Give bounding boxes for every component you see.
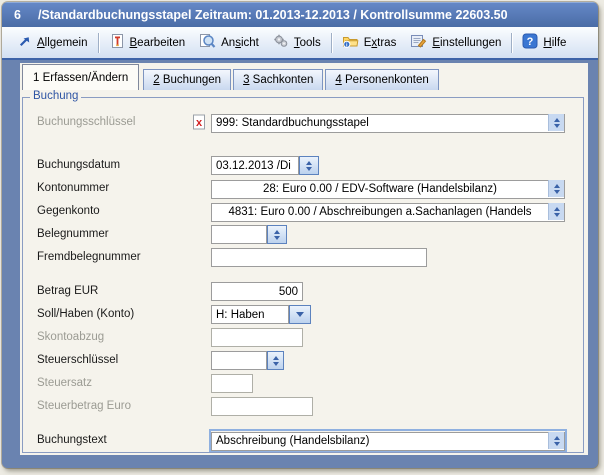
edit-document-icon	[109, 33, 125, 52]
buchungsschluessel-spinner[interactable]	[548, 114, 564, 131]
toolbar-item-allgemein[interactable]: Allgemein	[10, 31, 95, 55]
main-area: 1 Erfassen/Ändern 2 Buchungen 3 Sachkont…	[2, 60, 598, 468]
row-skontoabzug: Skontoabzug	[23, 328, 583, 347]
row-buchungsdatum: Buchungsdatum	[23, 156, 583, 175]
window-title: /Standardbuchungsstapel Zeitraum: 01.201…	[38, 8, 508, 22]
label-buchungsdatum: Buchungsdatum	[37, 156, 120, 175]
application-window: 6 /Standardbuchungsstapel Zeitraum: 01.2…	[2, 2, 598, 468]
label-betrag-eur: Betrag EUR	[37, 282, 98, 301]
tab-personenkonten[interactable]: 4 Personenkonten	[325, 69, 438, 90]
svg-text:x: x	[196, 117, 203, 129]
help-icon: ?	[522, 33, 538, 52]
belegnummer-input[interactable]	[211, 225, 267, 244]
arrow-up-right-icon	[17, 34, 32, 52]
steuerschluessel-spinner[interactable]	[267, 351, 284, 370]
row-kontonummer: Kontonummer	[23, 179, 583, 198]
row-steuerschluessel: Steuerschlüssel	[23, 351, 583, 370]
delete-document-button[interactable]: x	[190, 113, 208, 132]
label-skontoabzug: Skontoabzug	[37, 328, 104, 347]
belegnummer-spinner[interactable]	[267, 225, 287, 244]
label-buchungstext: Buchungstext	[37, 431, 107, 450]
label-steuersatz: Steuersatz	[37, 374, 92, 393]
soll-haben-input[interactable]	[211, 305, 289, 324]
gears-icon	[273, 33, 289, 52]
row-buchungstext: Buchungstext	[23, 431, 583, 450]
label-belegnummer: Belegnummer	[37, 225, 109, 244]
label-gegenkonto: Gegenkonto	[37, 202, 100, 221]
label-buchungsschluessel: Buchungsschlüssel	[37, 113, 135, 132]
steuersatz-input	[211, 374, 253, 393]
toolbar-item-extras[interactable]: i Extras	[335, 30, 404, 55]
kontonummer-input[interactable]	[211, 180, 565, 199]
row-betrag-eur: Betrag EUR	[23, 282, 583, 301]
buchung-groupbox: Buchung Buchungsschlüssel x Buchungsdatu…	[22, 97, 584, 453]
steuerbetrag-euro-input	[211, 397, 313, 416]
form-pen-icon	[410, 33, 427, 52]
label-soll-haben: Soll/Haben (Konto)	[37, 305, 134, 324]
toolbar-item-bearbeiten[interactable]: Bearbeiten	[102, 30, 193, 55]
tab-buchungen[interactable]: 2 Buchungen	[143, 69, 231, 90]
row-steuersatz: Steuersatz	[23, 374, 583, 393]
row-steuerbetrag-euro: Steuerbetrag Euro	[23, 397, 583, 416]
label-kontonummer: Kontonummer	[37, 179, 109, 198]
row-fremdbelegnummer: Fremdbelegnummer	[23, 248, 583, 267]
row-belegnummer: Belegnummer	[23, 225, 583, 244]
toolbar-item-tools[interactable]: Tools	[266, 30, 328, 55]
fremdbelegnummer-input[interactable]	[211, 248, 427, 267]
buchungstext-spinner[interactable]	[548, 432, 564, 449]
buchungsdatum-input[interactable]	[211, 156, 299, 175]
toolbar-separator	[98, 33, 99, 53]
stack-number: 6	[14, 8, 21, 22]
buchungsschluessel-input[interactable]	[211, 114, 565, 133]
toolbar-separator	[331, 33, 332, 53]
betrag-eur-input[interactable]	[211, 282, 303, 301]
gegenkonto-spinner[interactable]	[548, 203, 564, 220]
content-panel: 1 Erfassen/Ändern 2 Buchungen 3 Sachkont…	[20, 63, 588, 455]
skontoabzug-input	[211, 328, 303, 347]
toolbar-item-hilfe[interactable]: ? Hilfe	[515, 30, 573, 55]
toolbar-separator	[511, 33, 512, 53]
buchungsdatum-spinner[interactable]	[299, 156, 319, 175]
buchungstext-input[interactable]	[211, 432, 565, 451]
steuerschluessel-input[interactable]	[211, 351, 267, 370]
tab-sachkonten[interactable]: 3 Sachkonten	[233, 69, 323, 90]
toolbar-item-ansicht[interactable]: Ansicht	[192, 30, 266, 55]
row-buchungsschluessel: Buchungsschlüssel x	[23, 113, 583, 132]
svg-text:?: ?	[527, 36, 534, 48]
chevron-down-icon	[296, 312, 304, 317]
tab-bar: 1 Erfassen/Ändern 2 Buchungen 3 Sachkont…	[20, 63, 588, 90]
delete-document-icon: x	[191, 113, 207, 132]
toolbar: Allgemein Bearbeiten Ansicht Tools i Ext…	[2, 27, 598, 60]
titlebar: 6 /Standardbuchungsstapel Zeitraum: 01.2…	[2, 2, 598, 27]
soll-haben-dropdown-button[interactable]	[289, 305, 311, 324]
gegenkonto-input[interactable]	[211, 203, 565, 222]
row-gegenkonto: Gegenkonto	[23, 202, 583, 221]
label-steuerbetrag-euro: Steuerbetrag Euro	[37, 397, 131, 416]
label-steuerschluessel: Steuerschlüssel	[37, 351, 118, 370]
kontonummer-spinner[interactable]	[548, 180, 564, 197]
groupbox-legend: Buchung	[30, 90, 81, 102]
toolbar-item-einstellungen[interactable]: Einstellungen	[403, 30, 508, 55]
folder-info-icon: i	[342, 33, 359, 52]
row-soll-haben: Soll/Haben (Konto)	[23, 305, 583, 324]
magnifier-icon	[199, 33, 216, 52]
tab-erfassen-aendern[interactable]: 1 Erfassen/Ändern	[22, 64, 139, 90]
label-fremdbelegnummer: Fremdbelegnummer	[37, 248, 141, 267]
